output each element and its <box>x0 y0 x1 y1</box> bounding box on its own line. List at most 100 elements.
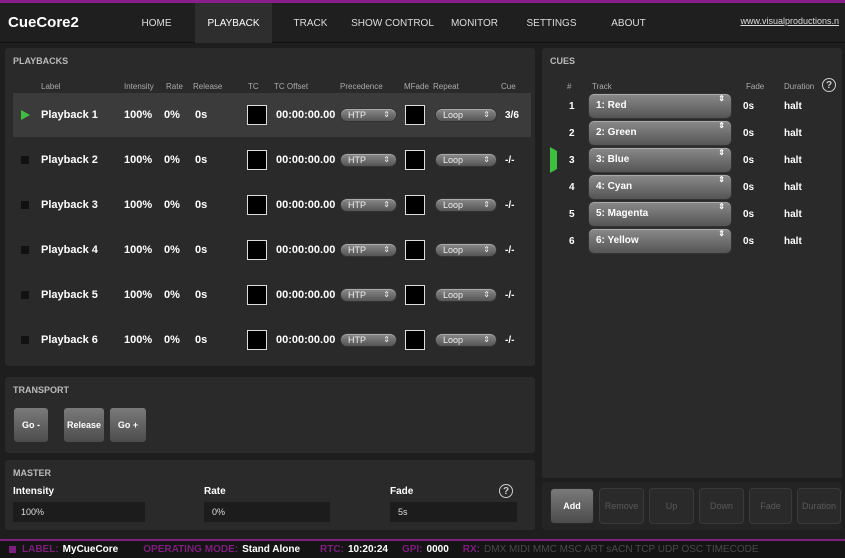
tab-about[interactable]: ABOUT <box>590 3 667 43</box>
cue-fade[interactable]: 0s <box>743 174 754 200</box>
playback-release[interactable]: 0s <box>195 183 207 227</box>
cue-duration[interactable]: halt <box>784 174 802 200</box>
playback-rate[interactable]: 0% <box>164 318 180 362</box>
playback-rate[interactable]: 0% <box>164 273 180 317</box>
mfade-checkbox[interactable] <box>405 273 425 317</box>
mfade-checkbox[interactable] <box>405 93 425 137</box>
playback-intensity[interactable]: 100% <box>124 228 152 272</box>
playback-intensity[interactable]: 100% <box>124 318 152 362</box>
cue-track-select[interactable]: 2: Green ⇕ <box>588 120 732 146</box>
repeat-select[interactable]: Loop ⇕ <box>435 153 497 167</box>
master-intensity-field[interactable]: 100% <box>13 502 145 522</box>
playback-tc-offset[interactable]: 00:00:00.00 <box>276 183 335 227</box>
playback-row[interactable]: Playback 2 100% 0% 0s 00:00:00.00 HTP ⇕ Loop ⇕ -/… <box>13 138 531 182</box>
playback-row[interactable]: Playback 6 100% 0% 0s 00:00:00.00 HTP ⇕ Loop ⇕ -/… <box>13 318 531 362</box>
tc-checkbox[interactable] <box>247 183 267 227</box>
go-minus-button[interactable]: Go - <box>13 407 49 443</box>
playback-tc-offset[interactable]: 00:00:00.00 <box>276 318 335 362</box>
cue-duration[interactable]: halt <box>784 93 802 119</box>
precedence-select[interactable]: HTP ⇕ <box>340 243 397 257</box>
precedence-select[interactable]: HTP ⇕ <box>340 108 397 122</box>
mfade-checkbox[interactable] <box>405 318 425 362</box>
playback-tc-offset[interactable]: 00:00:00.00 <box>276 138 335 182</box>
playback-tc-offset[interactable]: 00:00:00.00 <box>276 273 335 317</box>
playback-rate[interactable]: 0% <box>164 228 180 272</box>
cue-fade[interactable]: 0s <box>743 228 754 254</box>
repeat-select[interactable]: Loop ⇕ <box>435 288 497 302</box>
precedence-select[interactable]: HTP ⇕ <box>340 288 397 302</box>
repeat-select[interactable]: Loop ⇕ <box>435 108 497 122</box>
cue-track-select[interactable]: 4: Cyan ⇕ <box>588 174 732 200</box>
repeat-select[interactable]: Loop ⇕ <box>435 198 497 212</box>
precedence-select[interactable]: HTP ⇕ <box>340 198 397 212</box>
tab-playback[interactable]: PLAYBACK <box>195 3 272 43</box>
playback-release[interactable]: 0s <box>195 228 207 272</box>
release-button[interactable]: Release <box>63 407 105 443</box>
playback-row[interactable]: Playback 1 100% 0% 0s 00:00:00.00 HTP ⇕ Loop ⇕ 3/… <box>13 93 531 137</box>
tab-show-control[interactable]: SHOW CONTROL <box>349 3 436 43</box>
precedence-select[interactable]: HTP ⇕ <box>340 153 397 167</box>
playback-intensity[interactable]: 100% <box>124 273 152 317</box>
cue-fade[interactable]: 0s <box>743 147 754 173</box>
playback-row[interactable]: Playback 3 100% 0% 0s 00:00:00.00 HTP ⇕ Loop ⇕ -/… <box>13 183 531 227</box>
tc-checkbox[interactable] <box>247 138 267 182</box>
tab-track[interactable]: TRACK <box>272 3 349 43</box>
playback-release[interactable]: 0s <box>195 273 207 317</box>
repeat-select[interactable]: Loop ⇕ <box>435 333 497 347</box>
playback-tc-offset[interactable]: 00:00:00.00 <box>276 93 335 137</box>
tc-checkbox[interactable] <box>247 93 267 137</box>
add-cue-button[interactable]: Add <box>550 488 594 524</box>
cue-track-select[interactable]: 1: Red ⇕ <box>588 93 732 119</box>
mfade-checkbox[interactable] <box>405 228 425 272</box>
tab-monitor[interactable]: MONITOR <box>436 3 513 43</box>
cue-row[interactable]: 6 6: Yellow ⇕ 0s halt <box>550 228 840 254</box>
master-rate-field[interactable]: 0% <box>204 502 330 522</box>
go-plus-button[interactable]: Go + <box>109 407 147 443</box>
cue-track-select[interactable]: 6: Yellow ⇕ <box>588 228 732 254</box>
cue-fade[interactable]: 0s <box>743 93 754 119</box>
tc-checkbox[interactable] <box>247 228 267 272</box>
playback-intensity[interactable]: 100% <box>124 183 152 227</box>
master-fade-field[interactable]: 5s <box>390 502 517 522</box>
mfade-checkbox[interactable] <box>405 138 425 182</box>
cue-track-select[interactable]: 3: Blue ⇕ <box>588 147 732 173</box>
playback-row[interactable]: Playback 5 100% 0% 0s 00:00:00.00 HTP ⇕ Loop ⇕ -/… <box>13 273 531 317</box>
playback-release[interactable]: 0s <box>195 138 207 182</box>
tab-settings[interactable]: SETTINGS <box>513 3 590 43</box>
playback-rate[interactable]: 0% <box>164 138 180 182</box>
playback-intensity[interactable]: 100% <box>124 138 152 182</box>
cue-duration-button[interactable]: Duration <box>797 488 841 524</box>
playback-release[interactable]: 0s <box>195 93 207 137</box>
website-link[interactable]: www.visualproductions.n <box>740 16 839 26</box>
cue-duration[interactable]: halt <box>784 147 802 173</box>
cue-duration[interactable]: halt <box>784 201 802 227</box>
repeat-select[interactable]: Loop ⇕ <box>435 243 497 257</box>
tc-checkbox[interactable] <box>247 318 267 362</box>
cue-row[interactable]: 3 3: Blue ⇕ 0s halt <box>550 147 840 173</box>
playback-intensity[interactable]: 100% <box>124 93 152 137</box>
help-icon[interactable]: ? <box>499 484 513 498</box>
move-up-button[interactable]: Up <box>649 488 694 524</box>
playback-release[interactable]: 0s <box>195 318 207 362</box>
cue-duration[interactable]: halt <box>784 228 802 254</box>
cue-track-select[interactable]: 5: Magenta ⇕ <box>588 201 732 227</box>
cue-row[interactable]: 2 2: Green ⇕ 0s halt <box>550 120 840 146</box>
tab-home[interactable]: HOME <box>118 3 195 43</box>
cue-fade[interactable]: 0s <box>743 201 754 227</box>
cue-row[interactable]: 5 5: Magenta ⇕ 0s halt <box>550 201 840 227</box>
cue-fade-button[interactable]: Fade <box>749 488 792 524</box>
cue-duration[interactable]: halt <box>784 120 802 146</box>
cue-row[interactable]: 1 1: Red ⇕ 0s halt <box>550 93 840 119</box>
playback-tc-offset[interactable]: 00:00:00.00 <box>276 228 335 272</box>
move-down-button[interactable]: Down <box>699 488 744 524</box>
playback-rate[interactable]: 0% <box>164 183 180 227</box>
mfade-checkbox[interactable] <box>405 183 425 227</box>
cue-fade[interactable]: 0s <box>743 120 754 146</box>
playback-rate[interactable]: 0% <box>164 93 180 137</box>
playback-row[interactable]: Playback 4 100% 0% 0s 00:00:00.00 HTP ⇕ Loop ⇕ -/… <box>13 228 531 272</box>
cue-row[interactable]: 4 4: Cyan ⇕ 0s halt <box>550 174 840 200</box>
remove-cue-button[interactable]: Remove <box>599 488 644 524</box>
cue-help-icon[interactable]: ? <box>822 78 836 92</box>
tc-checkbox[interactable] <box>247 273 267 317</box>
precedence-select[interactable]: HTP ⇕ <box>340 333 397 347</box>
